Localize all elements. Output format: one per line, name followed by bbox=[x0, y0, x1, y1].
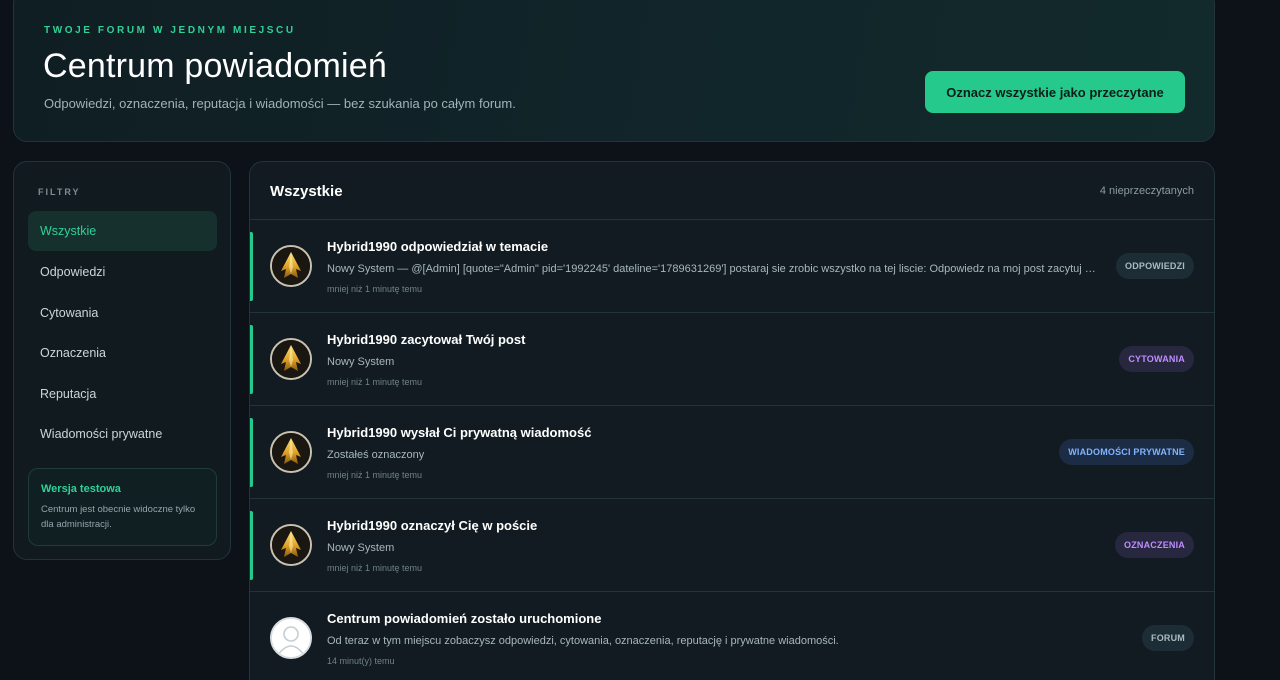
notification-type-badge: ODPOWIEDZI bbox=[1116, 253, 1194, 279]
filter-all[interactable]: Wszystkie bbox=[28, 211, 217, 251]
notification-center-page: TWOJE FORUM W JEDNYM MIEJSCU Centrum pow… bbox=[0, 0, 1280, 680]
filter-quotes[interactable]: Cytowania bbox=[28, 293, 217, 333]
filter-private-messages[interactable]: Wiadomości prywatne bbox=[28, 414, 217, 454]
default-user-avatar bbox=[270, 617, 312, 659]
notification-row[interactable]: Hybrid1990 odpowiedział w temacie Nowy Sy… bbox=[250, 220, 1214, 313]
notification-body: Nowy System — @[Admin] [quote="Admin" pi… bbox=[327, 263, 1101, 275]
notification-body: Zostałeś oznaczony bbox=[327, 449, 425, 461]
notification-body: Od teraz w tym miejscu zobaczysz odpowie… bbox=[327, 635, 839, 647]
header-panel: TWOJE FORUM W JEDNYM MIEJSCU Centrum pow… bbox=[13, 0, 1215, 142]
notification-time: mniej niż 1 minutę temu bbox=[327, 377, 423, 387]
beta-notice: Wersja testowa Centrum jest obecnie wido… bbox=[28, 468, 217, 546]
notification-time: mniej niż 1 minutę temu bbox=[327, 470, 423, 480]
notification-time: 14 minut(y) temu bbox=[327, 656, 395, 666]
notifications-panel: Wszystkie 4 nieprzeczytanych Hybrid1990 … bbox=[249, 161, 1215, 680]
page-subtitle: Odpowiedzi, oznaczenia, reputacja i wiad… bbox=[44, 96, 516, 111]
beta-notice-text: Centrum jest obecnie widoczne tylko dla … bbox=[41, 504, 196, 530]
header-kicker: TWOJE FORUM W JEDNYM MIEJSCU bbox=[44, 25, 296, 36]
notification-row[interactable]: Hybrid1990 wysłał Ci prywatną wiadomość Z… bbox=[250, 406, 1214, 499]
filters-heading: FILTRY bbox=[38, 187, 81, 197]
notification-row[interactable]: Hybrid1990 zacytował Twój post Nowy Syste… bbox=[250, 313, 1214, 406]
gold-emblem-avatar bbox=[270, 245, 312, 287]
notifications-title: Wszystkie bbox=[270, 183, 343, 200]
notification-title: Centrum powiadomień zostało uruchomione bbox=[327, 611, 602, 626]
notification-type-badge: WIADOMOŚCI PRYWATNE bbox=[1059, 439, 1194, 465]
notifications-header: Wszystkie 4 nieprzeczytanych bbox=[250, 162, 1214, 220]
filter-reputation[interactable]: Reputacja bbox=[28, 374, 217, 414]
notification-time: mniej niż 1 minutę temu bbox=[327, 563, 423, 573]
beta-notice-title: Wersja testowa bbox=[41, 483, 121, 495]
gold-emblem-avatar bbox=[270, 338, 312, 380]
gold-emblem-avatar bbox=[270, 524, 312, 566]
page-title: Centrum powiadomień bbox=[43, 47, 387, 85]
filter-mentions[interactable]: Oznaczenia bbox=[28, 333, 217, 373]
notification-title: Hybrid1990 oznaczył Cię w poście bbox=[327, 518, 538, 533]
filters-sidebar: FILTRY Wszystkie Odpowiedzi Cytowania Oz… bbox=[13, 161, 231, 560]
notification-title: Hybrid1990 odpowiedział w temacie bbox=[327, 239, 549, 254]
notification-row[interactable]: Hybrid1990 oznaczył Cię w poście Nowy Sys… bbox=[250, 499, 1214, 592]
notification-type-badge: FORUM bbox=[1142, 625, 1194, 651]
filter-replies[interactable]: Odpowiedzi bbox=[28, 252, 217, 292]
notification-time: mniej niż 1 minutę temu bbox=[327, 284, 423, 294]
gold-emblem-avatar bbox=[270, 431, 312, 473]
mark-all-read-button[interactable]: Oznacz wszystkie jako przeczytane bbox=[925, 71, 1185, 113]
notification-title: Hybrid1990 wysłał Ci prywatną wiadomość bbox=[327, 425, 592, 440]
notification-title: Hybrid1990 zacytował Twój post bbox=[327, 332, 526, 347]
notification-type-badge: OZNACZENIA bbox=[1115, 532, 1194, 558]
notification-type-badge: CYTOWANIA bbox=[1119, 346, 1194, 372]
notification-body: Nowy System bbox=[327, 356, 395, 368]
notification-body: Nowy System bbox=[327, 542, 395, 554]
notification-row[interactable]: Centrum powiadomień zostało uruchomione O… bbox=[250, 592, 1214, 680]
unread-count: 4 nieprzeczytanych bbox=[1099, 185, 1194, 197]
